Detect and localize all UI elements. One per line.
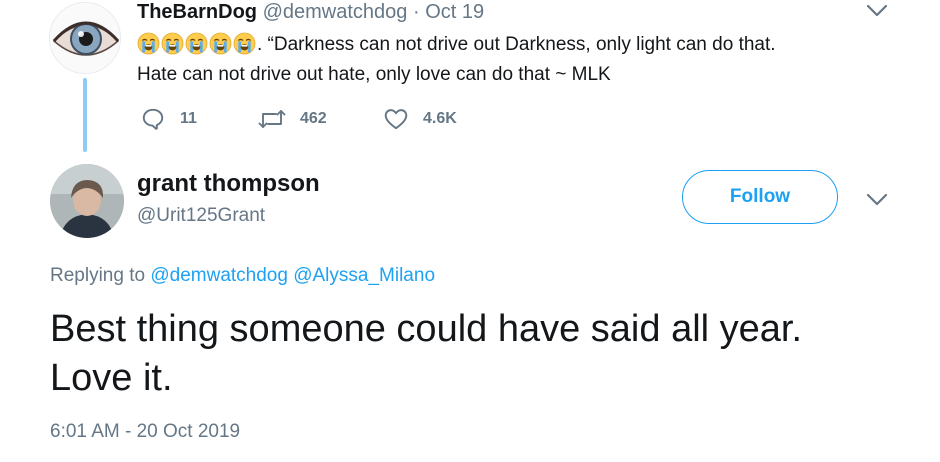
parent-tweet-text: . “Darkness can not drive out Darkness, …	[137, 30, 877, 90]
parent-text-line-1: . “Darkness can not drive out Darkness, …	[137, 30, 877, 60]
thread-connector-line	[83, 78, 87, 152]
loudly-crying-face-emoji	[137, 32, 160, 55]
emoji-row	[137, 32, 257, 55]
header-separator: ·	[412, 1, 420, 23]
parent-avatar[interactable]	[49, 2, 121, 74]
reply-icon	[142, 108, 164, 130]
like-action[interactable]: 4.6K	[383, 106, 457, 132]
loudly-crying-face-emoji	[185, 32, 208, 55]
reply-count: 11	[180, 110, 197, 127]
main-text-line-2: Love it.	[50, 357, 173, 399]
parent-more-chevron[interactable]	[866, 4, 888, 23]
eye-avatar-image	[50, 3, 120, 73]
parent-action-bar: 11 462 4.6K	[140, 106, 500, 134]
user-avatar-image	[50, 164, 124, 238]
main-handle[interactable]: @Urit125Grant	[137, 205, 265, 227]
tweet-timestamp[interactable]: 6:01 AM - 20 Oct 2019	[50, 421, 240, 443]
main-more-chevron[interactable]	[866, 193, 888, 212]
parent-text-line-2: Hate can not drive out hate, only love c…	[137, 64, 611, 85]
retweet-icon	[258, 110, 286, 128]
parent-display-name[interactable]: TheBarnDog	[137, 1, 257, 23]
main-text-line-1: Best thing someone could have said all y…	[50, 308, 803, 350]
retweet-count: 462	[300, 110, 327, 127]
chevron-down-icon	[866, 4, 888, 17]
main-avatar[interactable]	[50, 164, 124, 238]
heart-icon	[384, 109, 408, 130]
parent-date[interactable]: Oct 19	[425, 1, 484, 23]
replying-to-line: Replying to @demwatchdog @Alyssa_Milano	[50, 265, 435, 287]
mention-link[interactable]: @demwatchdog	[150, 265, 288, 286]
retweet-action[interactable]: 462	[258, 106, 327, 132]
parent-handle[interactable]: @demwatchdog	[263, 1, 408, 23]
main-tweet-text: Best thing someone could have said all y…	[50, 305, 910, 403]
loudly-crying-face-emoji	[161, 32, 184, 55]
loudly-crying-face-emoji	[209, 32, 232, 55]
follow-button[interactable]: Follow	[682, 170, 838, 224]
reply-action[interactable]: 11	[140, 106, 197, 132]
parent-text-line-1-text: . “Darkness can not drive out Darkness, …	[257, 34, 776, 55]
like-count: 4.6K	[423, 110, 457, 127]
main-display-name[interactable]: grant thompson	[137, 170, 320, 198]
mention-link[interactable]: @Alyssa_Milano	[293, 265, 435, 286]
replying-to-prefix: Replying to	[50, 265, 146, 286]
chevron-down-icon	[866, 193, 888, 206]
loudly-crying-face-emoji	[233, 32, 256, 55]
parent-tweet-header: TheBarnDog @demwatchdog · Oct 19	[137, 1, 484, 24]
